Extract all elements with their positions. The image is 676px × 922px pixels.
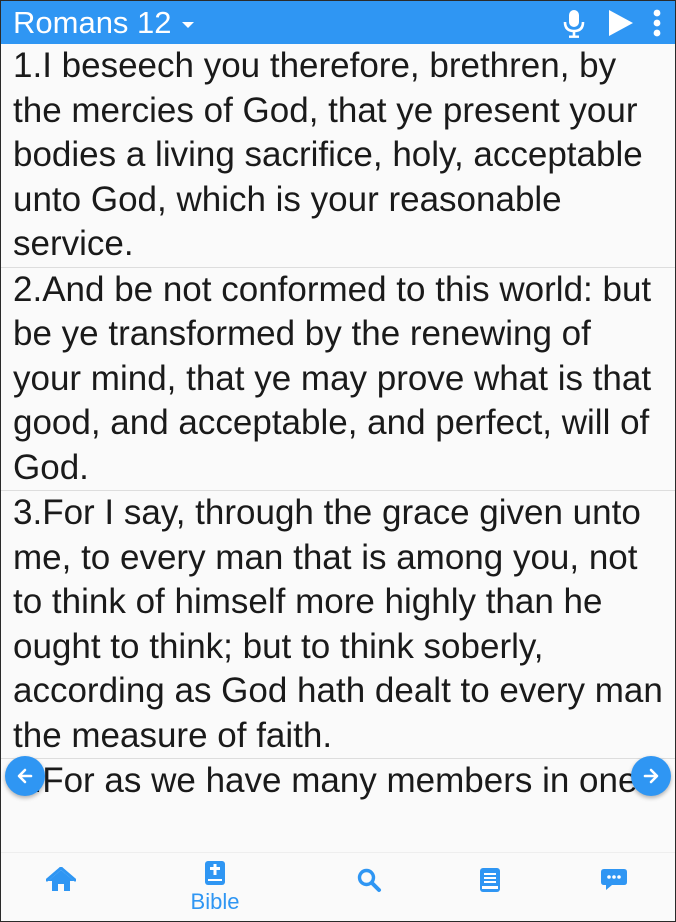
- verse-item[interactable]: 3.For I say, through the grace given unt…: [1, 491, 675, 759]
- nav-reading[interactable]: [450, 853, 530, 921]
- chat-icon: [601, 869, 627, 890]
- previous-chapter-button[interactable]: [5, 756, 45, 796]
- verse-text: 3.For I say, through the grace given unt…: [13, 493, 663, 755]
- mic-icon[interactable]: [559, 7, 589, 39]
- chevron-down-icon: [181, 22, 194, 28]
- chapter-selector[interactable]: Romans 12: [13, 3, 194, 43]
- verse-text: 1.I beseech you therefore, brethren, by …: [13, 46, 643, 263]
- home-icon: [46, 867, 76, 891]
- search-icon: [357, 868, 381, 892]
- nav-bible-label: Bible: [190, 889, 240, 914]
- arrow-back-icon: [17, 768, 33, 784]
- next-chapter-button[interactable]: [631, 756, 671, 796]
- arrow-forward-icon: [643, 768, 659, 784]
- bible-icon: [205, 861, 225, 885]
- bottom-navigation: Bible: [1, 852, 675, 921]
- verse-item[interactable]: 4.For as we have many members in one bod…: [1, 759, 675, 804]
- verse-item[interactable]: 2.And be not conformed to this world: bu…: [1, 268, 675, 491]
- nav-search[interactable]: [329, 853, 409, 921]
- chapter-content[interactable]: 1.I beseech you therefore, brethren, by …: [1, 44, 675, 804]
- verse-text: 4.For as we have many members in one bod…: [13, 761, 638, 800]
- play-icon[interactable]: [605, 7, 635, 39]
- page-title: Romans 12: [13, 5, 172, 40]
- nav-chat[interactable]: [574, 853, 654, 921]
- top-app-bar: Romans 12: [1, 1, 675, 44]
- book-icon: [480, 868, 500, 892]
- nav-home[interactable]: [21, 853, 101, 921]
- nav-bible[interactable]: Bible: [175, 853, 255, 921]
- app-frame: Romans 12 1.I beseech you therefore, bre…: [0, 0, 676, 922]
- verse-item[interactable]: 1.I beseech you therefore, brethren, by …: [1, 44, 675, 268]
- more-vert-icon[interactable]: [647, 7, 667, 39]
- verse-text: 2.And be not conformed to this world: bu…: [13, 269, 652, 487]
